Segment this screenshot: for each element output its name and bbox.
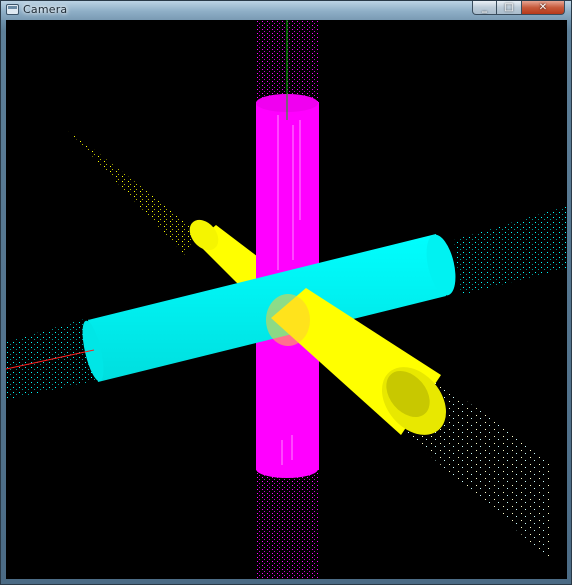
- title-bar[interactable]: Camera _ □ ✕: [1, 1, 571, 20]
- close-button[interactable]: ✕: [522, 1, 565, 15]
- yellow-cone-far: [64, 126, 196, 256]
- scene-3d: [6, 20, 567, 579]
- camera-window: Camera _ □ ✕: [0, 0, 572, 585]
- maximize-icon: □: [504, 2, 514, 13]
- cyan-cylinder-far-right: [454, 206, 567, 295]
- minimize-icon: _: [482, 2, 487, 13]
- magenta-cylinder-bottom-cap: [256, 460, 318, 478]
- intersection-highlight: [266, 294, 310, 346]
- maximize-button[interactable]: □: [497, 1, 522, 15]
- close-icon: ✕: [538, 2, 548, 13]
- app-icon: [6, 4, 19, 15]
- minimize-button[interactable]: _: [472, 1, 497, 15]
- render-viewport[interactable]: [6, 20, 567, 579]
- window-controls: _ □ ✕: [472, 1, 565, 17]
- window-title: Camera: [23, 3, 68, 16]
- magenta-cylinder-far-bottom: [256, 470, 319, 579]
